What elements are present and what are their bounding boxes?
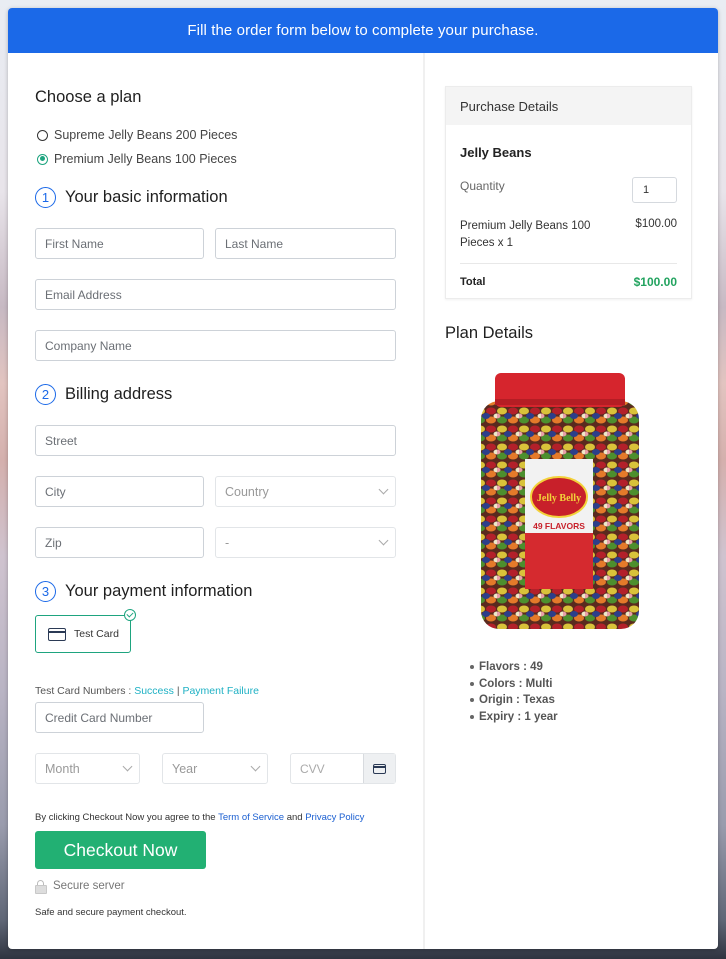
section-title: Your basic information bbox=[65, 188, 228, 206]
company-input[interactable]: Company Name bbox=[35, 330, 396, 361]
plan-features: Flavors : 49 Colors : Multi Origin : Tex… bbox=[470, 659, 558, 725]
year-select-value: Year bbox=[172, 761, 198, 776]
first-name-input[interactable]: First Name bbox=[35, 228, 204, 259]
radio-selected-icon[interactable] bbox=[37, 153, 48, 165]
product-image: Jelly Belly 49 FLAVORS bbox=[481, 373, 639, 629]
quantity-label: Quantity bbox=[460, 179, 505, 193]
month-select-value: Month bbox=[45, 761, 80, 776]
billing-heading: 2 Billing address bbox=[35, 384, 172, 405]
step-number-2: 2 bbox=[35, 384, 56, 405]
chevron-down-icon bbox=[250, 761, 261, 772]
cvv-placeholder: CVV bbox=[300, 761, 325, 776]
order-form-card: Fill the order form below to complete yo… bbox=[8, 8, 718, 949]
chevron-down-icon bbox=[378, 484, 389, 495]
product-name: Jelly Beans bbox=[460, 145, 532, 160]
last-name-input[interactable]: Last Name bbox=[215, 228, 396, 259]
cvv-addon bbox=[363, 754, 395, 783]
safe-checkout-text: Safe and secure payment checkout. bbox=[35, 907, 187, 918]
card-number-input[interactable]: Credit Card Number bbox=[35, 702, 204, 733]
secure-server: Secure server bbox=[35, 880, 125, 894]
summary-column: Purchase Details Jelly Beans Quantity 1 … bbox=[425, 53, 718, 949]
state-select-value: - bbox=[225, 535, 230, 550]
basic-info-heading: 1 Your basic information bbox=[35, 187, 228, 208]
checkout-button[interactable]: Checkout Now bbox=[35, 831, 206, 869]
agreement-and: and bbox=[286, 812, 303, 823]
chevron-down-icon bbox=[122, 761, 133, 772]
plan-option-supreme[interactable]: Supreme Jelly Beans 200 Pieces bbox=[37, 128, 237, 142]
country-select[interactable]: Country bbox=[215, 476, 396, 507]
plan-option-label: Supreme Jelly Beans 200 Pieces bbox=[54, 128, 238, 142]
link-separator: | bbox=[176, 685, 180, 697]
feature-item: Flavors : 49 bbox=[470, 659, 558, 676]
section-title: Your payment information bbox=[65, 582, 253, 600]
quantity-input[interactable]: 1 bbox=[632, 177, 677, 203]
test-card-numbers: Test Card Numbers : Success | Payment Fa… bbox=[35, 685, 259, 697]
year-select[interactable]: Year bbox=[162, 753, 268, 784]
feature-item: Colors : Multi bbox=[470, 676, 558, 693]
line-price: $100.00 bbox=[635, 218, 677, 230]
credit-card-icon bbox=[48, 627, 66, 641]
total-value: $100.00 bbox=[633, 275, 677, 289]
street-input[interactable]: Street bbox=[35, 425, 396, 456]
secure-label: Secure server bbox=[53, 880, 125, 892]
order-form: Choose a plan Supreme Jelly Beans 200 Pi… bbox=[8, 53, 423, 949]
terms-link[interactable]: Term of Service bbox=[218, 812, 284, 823]
credit-card-icon bbox=[373, 763, 386, 774]
cvv-input[interactable]: CVV bbox=[290, 753, 396, 784]
line-item: Premium Jelly Beans 100 Pieces x 1 bbox=[460, 220, 591, 249]
payment-method-label: Test Card bbox=[74, 628, 119, 640]
month-select[interactable]: Month bbox=[35, 753, 140, 784]
plan-option-label: Premium Jelly Beans 100 Pieces bbox=[54, 152, 237, 166]
privacy-link[interactable]: Privacy Policy bbox=[305, 812, 364, 823]
banner: Fill the order form below to complete yo… bbox=[8, 8, 718, 53]
state-select[interactable]: - bbox=[215, 527, 396, 558]
choose-plan-heading: Choose a plan bbox=[35, 88, 142, 106]
plan-option-premium[interactable]: Premium Jelly Beans 100 Pieces bbox=[37, 152, 237, 166]
test-card-option[interactable]: Test Card bbox=[35, 609, 136, 653]
step-number-1: 1 bbox=[35, 187, 56, 208]
lock-icon bbox=[35, 880, 47, 894]
feature-item: Expiry : 1 year bbox=[470, 709, 558, 726]
plan-details-heading: Plan Details bbox=[445, 324, 534, 342]
section-title: Billing address bbox=[65, 385, 173, 403]
checkmark-icon bbox=[124, 609, 136, 621]
feature-item: Origin : Texas bbox=[470, 692, 558, 709]
email-input[interactable]: Email Address bbox=[35, 279, 396, 310]
agreement-prefix: By clicking Checkout Now you agree to th… bbox=[35, 812, 216, 823]
total-label: Total bbox=[460, 276, 486, 288]
divider bbox=[460, 263, 677, 264]
chevron-down-icon bbox=[378, 535, 389, 546]
zip-input[interactable]: Zip bbox=[35, 527, 204, 558]
test-numbers-label: Test Card Numbers : bbox=[35, 685, 132, 697]
purchase-details-box: Purchase Details Jelly Beans Quantity 1 … bbox=[445, 86, 692, 299]
payment-heading: 3 Your payment information bbox=[35, 581, 252, 602]
jar-lid-band bbox=[495, 399, 625, 405]
payment-failure-link[interactable]: Payment Failure bbox=[182, 685, 258, 697]
country-select-value: Country bbox=[225, 484, 269, 499]
radio-unselected-icon[interactable] bbox=[37, 129, 48, 141]
purchase-details-heading: Purchase Details bbox=[446, 87, 691, 125]
jar-label-brand: Jelly Belly bbox=[537, 493, 581, 504]
agreement-text: By clicking Checkout Now you agree to th… bbox=[35, 812, 364, 823]
jar-label-flavors: 49 FLAVORS bbox=[533, 521, 585, 531]
step-number-3: 3 bbox=[35, 581, 56, 602]
city-input[interactable]: City bbox=[35, 476, 204, 507]
success-link[interactable]: Success bbox=[134, 685, 174, 697]
